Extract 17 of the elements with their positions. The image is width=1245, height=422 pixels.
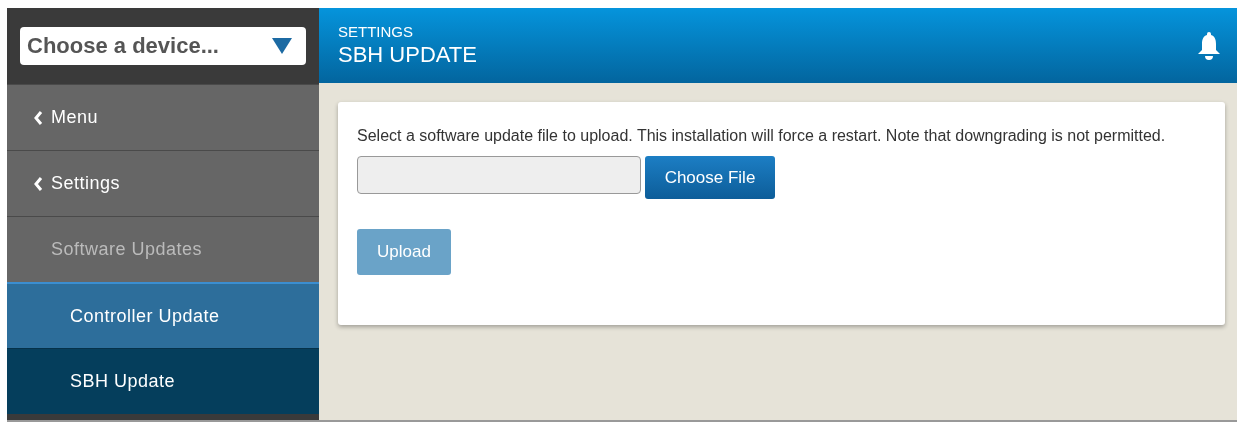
chevron-left-icon (34, 110, 43, 125)
sidebar-item[interactable]: Settings (7, 150, 319, 216)
sidebar-subitem[interactable]: Controller Update (7, 282, 319, 348)
choose-file-button[interactable]: Choose File (645, 156, 775, 199)
page-title: SBH UPDATE (338, 42, 477, 68)
sidebar-item-label: Settings (51, 173, 121, 194)
section-label: SETTINGS (338, 23, 414, 40)
dropdown-arrow-icon (272, 38, 292, 54)
sidebar-item[interactable]: Menu (7, 84, 319, 150)
chevron-left-icon (34, 176, 43, 191)
instructions-text: Select a software update file to upload. This installation will force a restart. Note that downgrading is not permitted. (357, 127, 1167, 145)
sidebar-subitem[interactable]: SBH Update (7, 348, 319, 414)
sidebar-section[interactable]: Software Updates (7, 216, 319, 282)
notification-bell-icon[interactable] (1197, 30, 1221, 61)
sidebar-item-label: Menu (51, 107, 99, 128)
file-path-field[interactable] (357, 156, 641, 194)
device-select[interactable]: Choose a device... (20, 27, 306, 65)
